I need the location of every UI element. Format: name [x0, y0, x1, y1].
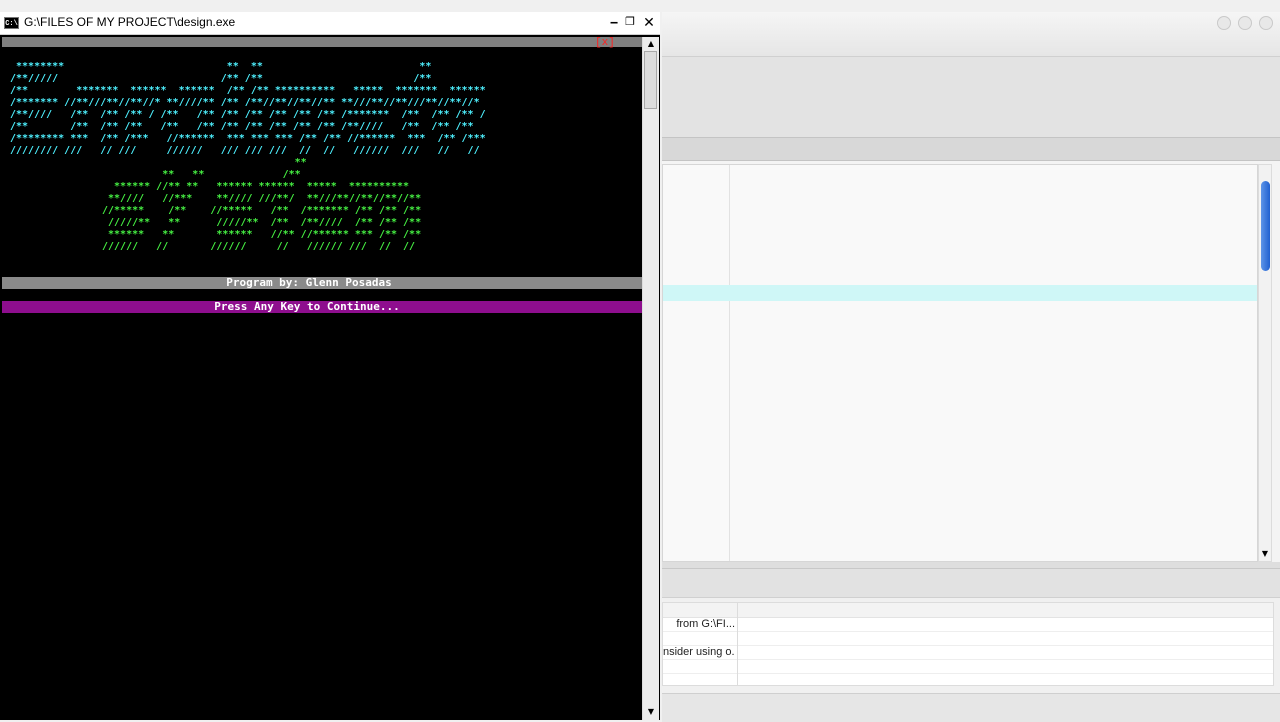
- minimize-button[interactable]: ‒: [606, 15, 622, 31]
- ascii-art-subbanner: ** ** ** /** ****** //** ** ****** *****…: [102, 157, 422, 252]
- table-row[interactable]: nsider using o...: [663, 645, 1273, 660]
- ide-window[interactable]: ▼ from G:\FI... nsider using o...: [662, 12, 1280, 722]
- code-editor[interactable]: [662, 164, 1258, 562]
- editor-scroll-thumb[interactable]: [1261, 181, 1270, 271]
- console-app-icon: C:\: [4, 17, 19, 29]
- editor-scrollbar[interactable]: ▼: [1258, 164, 1272, 562]
- messages-footer: [662, 693, 1280, 722]
- current-line-highlight: [663, 285, 1257, 301]
- build-messages-panel[interactable]: from G:\FI... nsider using o...: [662, 568, 1280, 722]
- console-title-bar[interactable]: C:\ G:\FILES OF MY PROJECT\design.exe ‒ …: [0, 12, 660, 35]
- close-marker[interactable]: [x]: [595, 38, 615, 49]
- table-row[interactable]: from G:\FI...: [663, 617, 1273, 632]
- console-scroll-thumb[interactable]: [644, 51, 657, 109]
- ide-minimize-button[interactable]: [1217, 16, 1231, 30]
- editor-gutter: [729, 165, 730, 561]
- ide-tab-bar[interactable]: [662, 137, 1280, 161]
- scroll-up-arrow-icon[interactable]: ▲: [643, 37, 659, 51]
- message-text: from G:\FI...: [676, 618, 735, 630]
- console-output[interactable]: [x] ******** ** ** ** /**///// /** /** /…: [2, 37, 642, 720]
- ide-toolbar: [662, 56, 1280, 137]
- messages-tab-strip[interactable]: [662, 569, 1280, 598]
- console-scrollbar[interactable]: ▲ ▼: [642, 37, 659, 720]
- table-row[interactable]: [663, 659, 1273, 674]
- scroll-down-arrow-icon[interactable]: ▼: [643, 705, 659, 719]
- console-top-band: [2, 37, 642, 47]
- table-row[interactable]: [663, 631, 1273, 646]
- ide-maximize-button[interactable]: [1238, 16, 1252, 30]
- continue-prompt: Press Any Key to Continue...: [214, 300, 400, 313]
- ascii-art-banner: ******** ** ** ** /**///// /** /** /** /…: [10, 61, 486, 156]
- maximize-button[interactable]: ❐: [622, 15, 638, 31]
- editor-scroll-down-icon[interactable]: ▼: [1259, 547, 1271, 561]
- console-window[interactable]: C:\ G:\FILES OF MY PROJECT\design.exe ‒ …: [0, 12, 660, 720]
- message-text: nsider using o...: [663, 646, 735, 658]
- console-window-title: G:\FILES OF MY PROJECT\design.exe: [24, 15, 236, 29]
- messages-table[interactable]: from G:\FI... nsider using o...: [662, 602, 1274, 686]
- messages-table-header: [663, 603, 1273, 618]
- credit-text: Program by: Glenn Posadas: [226, 276, 392, 289]
- ide-title-bar[interactable]: [662, 12, 1280, 56]
- ide-close-button[interactable]: [1259, 16, 1273, 30]
- close-button[interactable]: ✕: [641, 15, 657, 31]
- column-divider[interactable]: [737, 603, 738, 685]
